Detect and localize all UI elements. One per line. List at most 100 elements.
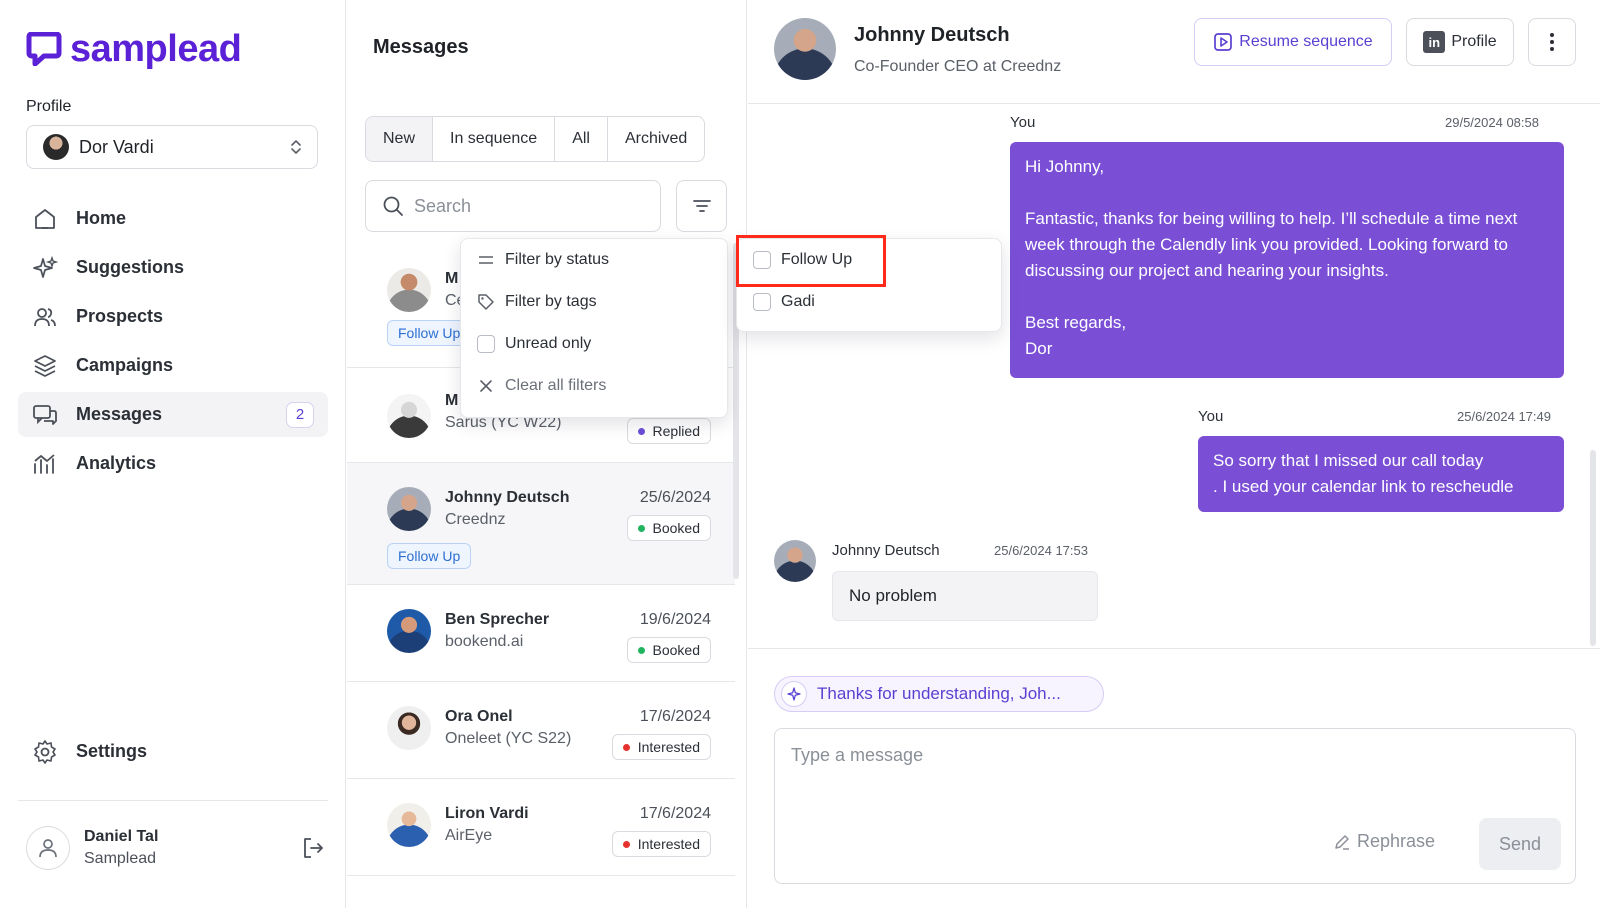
current-user: Daniel Tal Samplead — [26, 826, 326, 870]
messages-panel: Messages New In sequence All Archived Se… — [347, 0, 747, 908]
profile-avatar — [43, 134, 69, 160]
layers-icon — [34, 354, 56, 377]
brand-mark-icon — [26, 32, 62, 66]
suggestion-text: Thanks for understanding, Joh... — [817, 684, 1061, 703]
nav-item-settings[interactable]: Settings — [18, 729, 328, 774]
checkbox[interactable] — [753, 293, 771, 311]
conversation-date: 19/6/2024 — [639, 611, 711, 628]
status-badge: Replied — [626, 418, 711, 444]
nav-item-suggestions[interactable]: Suggestions — [18, 245, 328, 290]
messages-title: Messages — [373, 36, 469, 58]
search-icon — [383, 196, 403, 216]
status-badge: Interested — [611, 831, 711, 857]
ai-suggestion-chip[interactable]: Thanks for understanding, Joh... — [774, 676, 1104, 712]
filter-by-status[interactable]: Filter by status — [461, 239, 727, 281]
chat-scrollbar[interactable] — [1590, 450, 1596, 646]
nav-item-messages[interactable]: Messages 2 — [18, 392, 328, 437]
contact-role: Co-Founder CEO at Creednz — [854, 58, 1062, 75]
contact-avatar — [387, 803, 431, 847]
status-label: Replied — [652, 423, 700, 439]
user-text: Daniel Tal Samplead — [84, 828, 300, 868]
tab-all[interactable]: All — [555, 117, 608, 161]
outgoing-message: Hi Johnny, Fantastic, thanks for being w… — [1010, 142, 1564, 378]
filter-menu-label: Unread only — [505, 335, 592, 352]
status-label: Booked — [652, 520, 700, 536]
tab-new[interactable]: New — [366, 117, 434, 161]
users-icon — [34, 307, 56, 326]
message-tabs: New In sequence All Archived — [365, 116, 706, 162]
message-composer[interactable]: Type a message Rephrase Send — [774, 728, 1576, 884]
send-button[interactable]: Send — [1479, 818, 1561, 870]
nav-item-prospects[interactable]: Prospects — [18, 294, 328, 339]
brand-logo[interactable]: samplead — [26, 30, 242, 68]
equals-icon — [477, 251, 495, 269]
unread-only-checkbox[interactable]: Unread only — [461, 323, 727, 365]
filter-menu-label: Clear all filters — [505, 377, 607, 394]
message-input-placeholder: Type a message — [791, 745, 924, 765]
settings-area: Settings — [18, 729, 328, 778]
clear-all-filters[interactable]: Clear all filters — [461, 365, 727, 407]
linkedin-profile-button[interactable]: in Profile — [1406, 18, 1514, 66]
status-label: Interested — [637, 836, 700, 852]
checkbox[interactable] — [753, 251, 771, 269]
contact-name: Johnny Deutsch — [854, 24, 1010, 46]
resume-sequence-label: Resume sequence — [1239, 33, 1373, 50]
profile-label: Profile — [26, 98, 72, 115]
contact-avatar — [387, 394, 431, 438]
message-time: 29/5/2024 08:58 — [1445, 115, 1539, 130]
incoming-message: No problem — [832, 571, 1098, 621]
conversation-item-selected[interactable]: Johnny Deutsch Creednz 25/6/2024 Booked … — [347, 463, 735, 585]
status-label: Booked — [652, 642, 700, 658]
tab-archived[interactable]: Archived — [608, 117, 704, 161]
tag-option-follow-up[interactable]: Follow Up — [737, 239, 1001, 281]
status-dot — [637, 524, 645, 532]
tag-option-gadi[interactable]: Gadi — [737, 281, 1001, 323]
rephrase-button[interactable]: Rephrase — [1333, 831, 1435, 852]
filter-by-tags[interactable]: Filter by tags — [461, 281, 727, 323]
filter-menu-label: Filter by tags — [505, 293, 597, 310]
conversation-date: 25/6/2024 — [639, 489, 711, 506]
nav-item-home[interactable]: Home — [18, 196, 328, 241]
contact-avatar — [774, 18, 836, 80]
nav-label: Analytics — [76, 453, 157, 473]
contact-name: Ben Sprecher — [445, 611, 550, 628]
resume-sequence-button[interactable]: Resume sequence — [1194, 18, 1392, 66]
unread-count-badge: 2 — [286, 401, 314, 428]
filter-menu-label: Filter by status — [505, 251, 610, 268]
more-options-button[interactable] — [1528, 18, 1576, 66]
contact-name: M — [445, 270, 459, 287]
contact-company: AirEye — [445, 827, 493, 844]
main-nav: Home Suggestions Prospects Campaigns Mes… — [18, 196, 328, 490]
more-vertical-icon — [1550, 33, 1554, 51]
contact-avatar — [387, 268, 431, 312]
profile-select[interactable]: Dor Vardi — [26, 125, 318, 169]
outgoing-message: So sorry that I missed our call today . … — [1198, 436, 1564, 512]
chat-icon — [33, 404, 57, 425]
conversation-date: 17/6/2024 — [639, 805, 711, 822]
rephrase-label: Rephrase — [1357, 831, 1436, 851]
pencil-icon — [1335, 834, 1349, 850]
contact-avatar — [387, 609, 431, 653]
conversation-item[interactable]: Ora Onel Oneleet (YC S22) 17/6/2024 Inte… — [347, 682, 735, 779]
contact-name: Ora Onel — [445, 708, 513, 725]
filter-button[interactable] — [676, 180, 727, 232]
checkbox[interactable] — [477, 335, 495, 353]
tab-in-sequence[interactable]: In sequence — [433, 117, 556, 161]
tag-option-label: Follow Up — [781, 251, 853, 268]
contact-name: M — [445, 392, 459, 409]
logout-icon[interactable] — [300, 835, 326, 861]
tag-follow-up: Follow Up — [387, 320, 472, 346]
contact-company: Oneleet (YC S22) — [445, 730, 572, 747]
conversation-item[interactable]: Ben Sprecher bookend.ai 19/6/2024 Booked — [347, 585, 735, 682]
message-sender: You — [1198, 408, 1224, 425]
conversation-item[interactable]: Liron Vardi AirEye 17/6/2024 Interested — [347, 779, 735, 876]
status-badge: Interested — [611, 734, 711, 760]
search-input[interactable]: Search — [365, 180, 661, 232]
nav-label: Suggestions — [76, 257, 185, 277]
nav-item-analytics[interactable]: Analytics — [18, 441, 328, 486]
contact-avatar — [387, 487, 431, 531]
contact-avatar — [774, 540, 816, 582]
nav-item-campaigns[interactable]: Campaigns — [18, 343, 328, 388]
message-time: 25/6/2024 17:53 — [994, 543, 1088, 558]
filter-icon — [692, 200, 711, 212]
